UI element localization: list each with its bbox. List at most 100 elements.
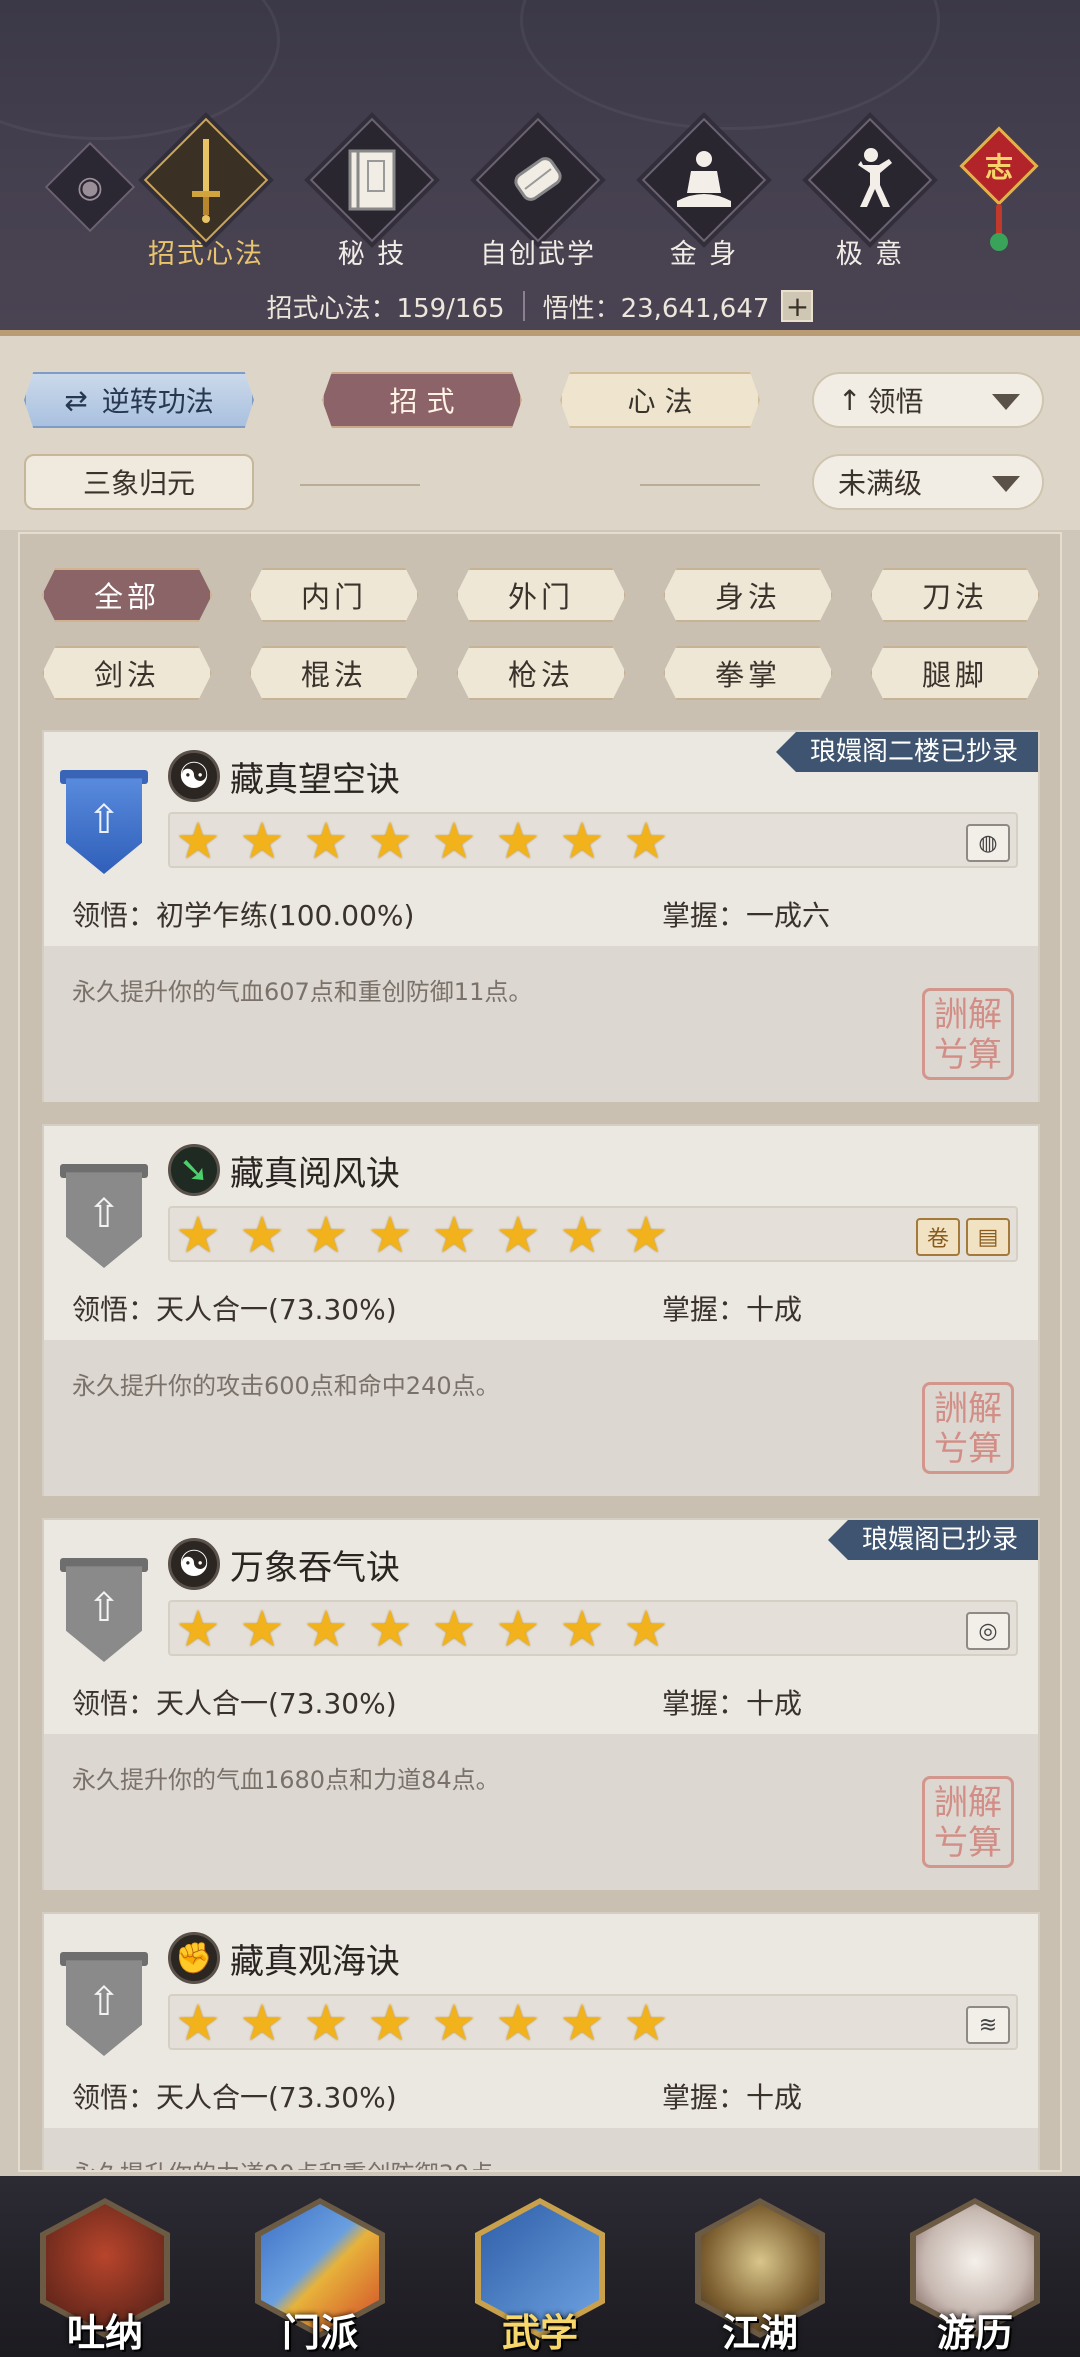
filter-inner-sect[interactable]: 内门	[249, 568, 419, 622]
nav-jianghu[interactable]: 江湖	[685, 2184, 835, 2355]
sanxiang-button[interactable]: 三象归元	[24, 454, 254, 510]
nav-sect[interactable]: 门派	[245, 2184, 395, 2355]
select-value: 未满级	[838, 467, 923, 500]
star-icon: ★	[239, 1206, 285, 1264]
lucky-knot-button[interactable]: 志	[959, 108, 1039, 258]
filter-all[interactable]: 全部	[42, 568, 212, 622]
level-filter-select[interactable]: 未满级	[812, 454, 1044, 510]
nav-martial-arts[interactable]: 武学	[465, 2184, 615, 2355]
filter-blade[interactable]: 刀法	[870, 568, 1040, 622]
comprehension-text: 领悟：天人合一(73.30%)	[72, 1687, 397, 1720]
sword-icon	[158, 128, 254, 232]
taiji-icon: ☯	[168, 750, 220, 802]
bg-swirl	[0, 0, 280, 140]
skill-card[interactable]: 琅嬛阁已抄录 ⇧ ☯ 万象吞气诀 ★ ★ ★ ★ ★ ★ ★ ★ ◎ 领悟：天人…	[42, 1518, 1040, 1890]
upgrade-badge[interactable]: ⇧	[60, 1952, 148, 2056]
filter-fist-palm[interactable]: 拳掌	[663, 646, 833, 700]
reverse-skill-button[interactable]: ⇄ 逆转功法	[24, 372, 254, 428]
mastery-text: 掌握：十成	[662, 1687, 803, 1720]
upgrade-badge[interactable]: ⇧	[60, 770, 148, 874]
manual-type-icon[interactable]: ▤	[966, 1218, 1010, 1256]
star-icon: ★	[239, 812, 285, 870]
comprehension-text: 领悟：初学乍练(100.00%)	[72, 899, 415, 932]
skill-name: 藏真观海诀	[230, 1942, 400, 1982]
skill-card[interactable]: ⇧ ➘ 藏真阅风诀 ★ ★ ★ ★ ★ ★ ★ ★ 卷 ▤ 领悟：天人合一(73…	[42, 1124, 1040, 1496]
filter-spear[interactable]: 枪法	[456, 646, 626, 700]
skill-card[interactable]: 琅嬛阁二楼已抄录 ⇧ ☯ 藏真望空诀 ★ ★ ★ ★ ★ ★ ★ ★ ◍ 领悟：…	[42, 730, 1040, 1102]
filter-leg[interactable]: 腿脚	[870, 646, 1040, 700]
copied-ribbon: 琅嬛阁二楼已抄录	[775, 732, 1038, 772]
taiji-icon: ☯	[168, 1538, 220, 1590]
header: ◉ 招式心法 秘 技 自创武学 金 身 极 意 志 招式心法：159/165 悟…	[0, 0, 1080, 330]
tab-self-created[interactable]: 自创武学	[454, 117, 622, 278]
eye-icon: ◉	[76, 169, 104, 205]
internal-type-icon[interactable]: ◍	[966, 824, 1010, 862]
nav-breathing[interactable]: 吐纳	[30, 2184, 180, 2355]
card-footer	[44, 1734, 1038, 1890]
nav-label: 江湖	[721, 2310, 798, 2355]
upgrade-badge[interactable]: ⇧	[60, 1164, 148, 1268]
filter-movement[interactable]: 身法	[663, 568, 833, 622]
skill-card[interactable]: ⇧ ✊ 藏真观海诀 ★ ★ ★ ★ ★ ★ ★ ★ ≋ 领悟：天人合一(73.3…	[42, 1912, 1040, 2170]
skill-name: 藏真阅风诀	[230, 1154, 400, 1194]
skill-list-panel: 全部 内门 外门 身法 刀法 剑法 棍法 枪法 拳掌 腿脚 琅嬛阁二楼已抄录 ⇧…	[18, 532, 1062, 2172]
tab-secret-skills[interactable]: 秘 技	[288, 117, 456, 278]
swap-icon: ⇄	[64, 383, 88, 417]
tab-moves-heart[interactable]: 招式心法	[122, 117, 290, 278]
nav-travel[interactable]: 游历	[900, 2184, 1050, 2355]
nav-label: 武学	[501, 2310, 578, 2355]
martial-pose-icon	[822, 128, 918, 232]
up-arrow-icon: ↑	[838, 383, 862, 417]
star-rating: ★ ★ ★ ★ ★ ★ ★ ★ ◍	[168, 812, 1018, 868]
filter-outer-sect[interactable]: 外门	[456, 568, 626, 622]
scroll-type-icon[interactable]: 卷	[916, 1218, 960, 1256]
star-icon: ★	[367, 812, 413, 870]
add-insight-button[interactable]: +	[781, 290, 814, 322]
knot-char: 志	[984, 151, 1013, 184]
tab-heart-method[interactable]: 心 法	[560, 372, 760, 428]
star-icon: ★	[367, 1206, 413, 1264]
upgrade-badge[interactable]: ⇧	[60, 1558, 148, 1662]
star-icon: ★	[175, 1600, 221, 1658]
tab-moves[interactable]: 招 式	[322, 372, 522, 428]
mastery-text: 掌握：一成六	[662, 899, 831, 932]
star-icon: ★	[559, 1600, 605, 1658]
star-icon: ★	[495, 1206, 541, 1264]
star-icon: ★	[559, 1206, 605, 1264]
skill-name: 藏真望空诀	[230, 760, 400, 800]
tab-ultimate-intent[interactable]: 极 意	[786, 117, 954, 278]
star-icon: ★	[303, 812, 349, 870]
star-icon: ★	[431, 1206, 477, 1264]
wheel-type-icon[interactable]: ◎	[966, 1612, 1010, 1650]
nav-label: 吐纳	[66, 2310, 143, 2355]
divider	[522, 291, 525, 321]
card-footer	[44, 946, 1038, 1102]
skill-name: 万象吞气诀	[230, 1548, 400, 1588]
star-rating: ★ ★ ★ ★ ★ ★ ★ ★ ◎	[168, 1600, 1018, 1656]
skill-description: 永久提升你的气血1680点和力道84点。	[72, 1766, 500, 1794]
boot-icon: ➘	[168, 1144, 220, 1196]
control-panel: ⇄ 逆转功法 招 式 心 法 ↑ 领悟 三象归元 未满级	[0, 330, 1080, 530]
filter-staff[interactable]: 棍法	[249, 646, 419, 700]
tab-label: 金 身	[669, 239, 739, 270]
skill-description: 永久提升你的攻击600点和命中240点。	[72, 1372, 500, 1400]
nav-label: 游历	[936, 2310, 1013, 2355]
wave-type-icon[interactable]: ≋	[966, 2006, 1010, 2044]
comprehension-text: 领悟：天人合一(73.30%)	[72, 2081, 397, 2114]
tab-golden-body[interactable]: 金 身	[620, 117, 788, 278]
sort-select[interactable]: ↑ 领悟	[812, 372, 1044, 428]
fist-icon: ✊	[168, 1932, 220, 1984]
tab-label: 招式心法	[148, 239, 264, 270]
star-icon: ★	[239, 1600, 285, 1658]
filter-sword[interactable]: 剑法	[42, 646, 212, 700]
star-icon: ★	[495, 1994, 541, 2052]
star-icon: ★	[175, 812, 221, 870]
star-icon: ★	[431, 812, 477, 870]
chevron-down-icon	[992, 476, 1020, 492]
book-icon	[324, 128, 420, 232]
mastery-text: 掌握：十成	[662, 1293, 803, 1326]
tab-label: 招 式	[389, 385, 455, 418]
card-footer	[44, 1340, 1038, 1496]
star-icon: ★	[623, 1206, 669, 1264]
star-icon: ★	[367, 1600, 413, 1658]
